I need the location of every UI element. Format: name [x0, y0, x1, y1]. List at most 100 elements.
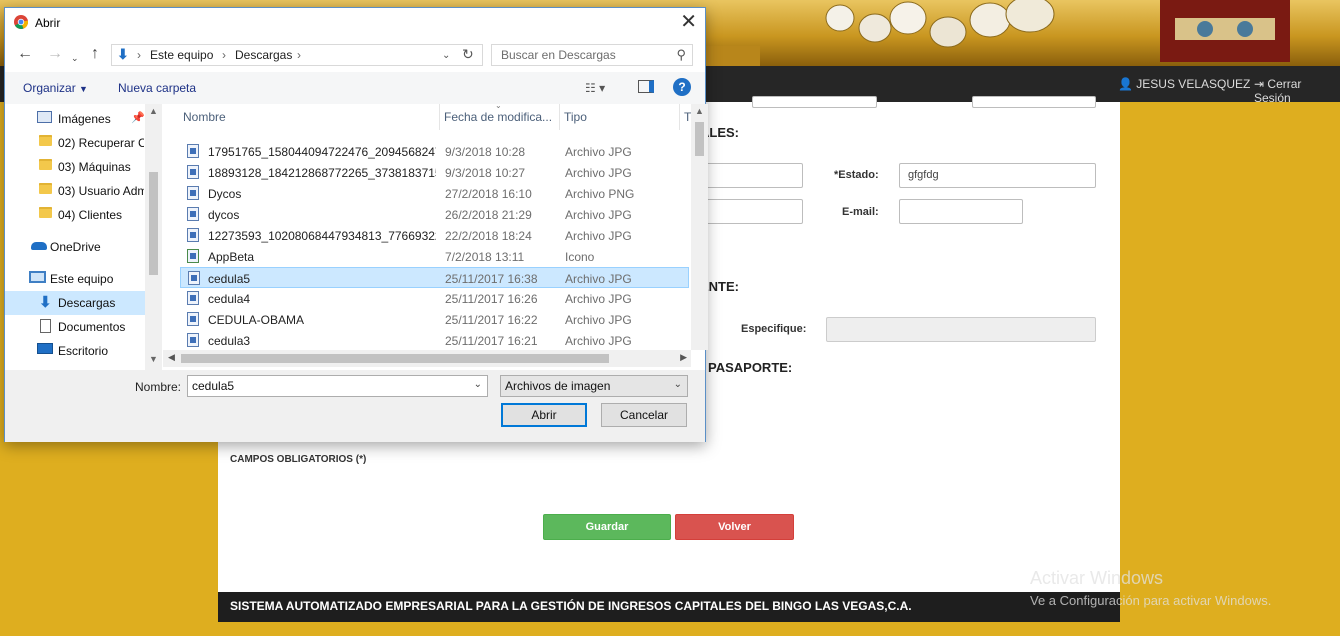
- estado-label: *Estado:: [834, 169, 879, 181]
- top-field-2[interactable]: [972, 96, 1096, 108]
- tree-item-onedrive[interactable]: OneDrive: [5, 235, 145, 259]
- dialog-titlebar[interactable]: Abrir ✕: [5, 8, 705, 38]
- required-fields-note: CAMPOS OBLIGATORIOS (*): [230, 454, 367, 465]
- file-row[interactable]: cedula3 25/11/2017 16:21 Archivo JPG: [180, 330, 689, 351]
- save-button[interactable]: Guardar: [543, 514, 671, 540]
- onedrive-icon: [31, 242, 47, 250]
- column-header-type[interactable]: Tipo: [564, 110, 587, 124]
- scroll-up-icon[interactable]: ▲: [695, 106, 704, 116]
- tree-item-desktop[interactable]: Escritorio: [5, 339, 145, 363]
- pin-icon: 📌: [131, 112, 145, 124]
- folder-icon: [39, 183, 52, 194]
- search-placeholder: Buscar en Descargas: [501, 48, 616, 62]
- tree-item-pictures[interactable]: Imágenes 📌: [5, 107, 145, 131]
- scroll-down-icon[interactable]: ▼: [149, 354, 158, 364]
- address-bar[interactable]: ⬇ › Este equipo › Descargas › ⌄ ↻: [111, 44, 483, 66]
- refresh-icon[interactable]: ↻: [462, 46, 474, 63]
- file-row[interactable]: 12273593_10208068447934813_776693220... …: [180, 225, 689, 246]
- file-row[interactable]: AppBeta 7/2/2018 13:11 Icono: [180, 246, 689, 267]
- back-arrow-icon[interactable]: ←: [17, 45, 33, 63]
- chevron-down-icon[interactable]: ⌄: [474, 379, 482, 390]
- estado-input[interactable]: gfgfdg: [899, 163, 1096, 188]
- cancel-button[interactable]: Cancelar: [601, 403, 687, 427]
- tree-item-downloads[interactable]: ⬇ Descargas: [5, 291, 145, 315]
- user-icon: 👤: [1118, 77, 1133, 91]
- column-header-date[interactable]: Fecha de modifica...: [444, 110, 552, 124]
- scroll-up-icon[interactable]: ▲: [149, 106, 158, 116]
- file-row[interactable]: CEDULA-OBAMA 25/11/2017 16:22 Archivo JP…: [180, 309, 689, 330]
- image-file-icon: [187, 144, 199, 158]
- file-list-scroll-thumb[interactable]: [695, 122, 704, 156]
- image-file-icon: [187, 186, 199, 200]
- logout-link[interactable]: ⇥ Cerrar Sesión: [1254, 77, 1340, 105]
- back-button[interactable]: Volver: [675, 514, 794, 540]
- open-button[interactable]: Abrir: [501, 403, 587, 427]
- organize-menu[interactable]: Organizar ▼: [23, 81, 88, 95]
- tree-item-folder-03-machines[interactable]: 03) Máquinas: [5, 155, 145, 179]
- close-icon[interactable]: ✕: [680, 12, 697, 32]
- navigation-pane: Imágenes 📌 02) Recuperar Co 03) Máquinas…: [5, 104, 162, 370]
- breadcrumb-sep-icon: ›: [222, 48, 226, 62]
- user-name: JESUS VELASQUEZ: [1136, 77, 1251, 91]
- activation-subtitle: Ve a Configuración para activar Windows.: [1030, 593, 1272, 608]
- command-bar: Organizar ▼ Nueva carpeta ☷ ▾ ?: [5, 72, 705, 104]
- dialog-footer: Nombre: cedula5 ⌄ Archivos de imagen ⌄ A…: [5, 370, 705, 442]
- forward-arrow-icon[interactable]: →: [47, 45, 63, 63]
- help-icon[interactable]: ?: [673, 78, 691, 96]
- desktop-icon: [37, 343, 53, 354]
- tree-item-this-pc[interactable]: Este equipo: [5, 267, 145, 291]
- column-header-name[interactable]: Nombre: [183, 110, 226, 124]
- tree-item-documents[interactable]: Documentos: [5, 315, 145, 339]
- file-list-hscrollbar[interactable]: ◀ ▶: [163, 350, 691, 367]
- breadcrumb-downloads[interactable]: Descargas: [235, 48, 292, 62]
- file-row-selected[interactable]: cedula5 25/11/2017 16:38 Archivo JPG: [180, 267, 689, 288]
- column-separator: [439, 104, 440, 130]
- user-menu[interactable]: 👤 JESUS VELASQUEZ: [1118, 77, 1250, 91]
- image-file-icon: [187, 291, 199, 305]
- address-dropdown-icon[interactable]: ⌄: [442, 50, 450, 61]
- file-row[interactable]: Dycos 27/2/2018 16:10 Archivo PNG: [180, 183, 689, 204]
- address-row: ← → ⌄ ↑ ⬇ › Este equipo › Descargas › ⌄ …: [5, 38, 705, 72]
- scroll-right-icon[interactable]: ▶: [680, 352, 687, 363]
- scroll-left-icon[interactable]: ◀: [168, 352, 175, 363]
- hscroll-thumb[interactable]: [181, 354, 609, 363]
- image-file-icon: [187, 333, 199, 347]
- file-row[interactable]: 18893128_184212868772265_37381837159... …: [180, 162, 689, 183]
- tree-item-folder-04[interactable]: 04) Clientes: [5, 203, 145, 227]
- email-input[interactable]: [899, 199, 1023, 224]
- folder-icon: [39, 207, 52, 218]
- specify-label: Especifique:: [741, 323, 807, 335]
- preview-pane-icon[interactable]: [638, 80, 654, 93]
- filename-input[interactable]: cedula5 ⌄: [187, 375, 488, 397]
- open-file-dialog: Abrir ✕ ← → ⌄ ↑ ⬇ › Este equipo › Descar…: [4, 7, 708, 442]
- breadcrumb-this-pc[interactable]: Este equipo: [150, 48, 213, 62]
- chevron-down-icon: ▼: [79, 84, 88, 94]
- up-arrow-icon[interactable]: ↑: [91, 45, 99, 63]
- tree-item-folder-02[interactable]: 02) Recuperar Co: [5, 131, 145, 155]
- downloads-location-icon: ⬇: [117, 46, 129, 62]
- file-list: Nombre ⌄ Fecha de modifica... Tipo T 179…: [163, 101, 708, 370]
- downloads-icon: ⬇: [39, 294, 52, 311]
- dialog-title: Abrir: [35, 16, 61, 30]
- top-field-1[interactable]: [752, 96, 877, 108]
- view-options-icon[interactable]: ☷ ▾: [585, 81, 605, 95]
- recent-dropdown-icon[interactable]: ⌄: [71, 49, 79, 67]
- file-row[interactable]: dycos 26/2/2018 21:29 Archivo JPG: [180, 204, 689, 225]
- sort-indicator-icon: ⌄: [495, 101, 502, 110]
- search-input[interactable]: Buscar en Descargas ⚲: [491, 44, 693, 66]
- file-row[interactable]: cedula4 25/11/2017 16:26 Archivo JPG: [180, 288, 689, 309]
- specify-input[interactable]: [826, 317, 1096, 342]
- tree-item-folder-03-user[interactable]: 03) Usuario Adm: [5, 179, 145, 203]
- tree-scrollbar[interactable]: ▲ ▼: [145, 104, 162, 370]
- file-list-scrollbar[interactable]: ▲: [691, 104, 708, 350]
- icon-file-icon: [187, 249, 199, 263]
- new-folder-button[interactable]: Nueva carpeta: [118, 81, 196, 95]
- image-file-icon: [187, 312, 199, 326]
- page-footer: SISTEMA AUTOMATIZADO EMPRESARIAL PARA LA…: [218, 592, 1120, 622]
- breadcrumb-sep-icon: ›: [137, 48, 141, 62]
- tree-scroll-thumb[interactable]: [149, 172, 158, 275]
- folder-icon: [39, 135, 52, 146]
- pc-icon: [29, 271, 46, 283]
- file-row[interactable]: 17951765_158044094722476_20945682472... …: [180, 141, 689, 162]
- file-type-select[interactable]: Archivos de imagen ⌄: [500, 375, 688, 397]
